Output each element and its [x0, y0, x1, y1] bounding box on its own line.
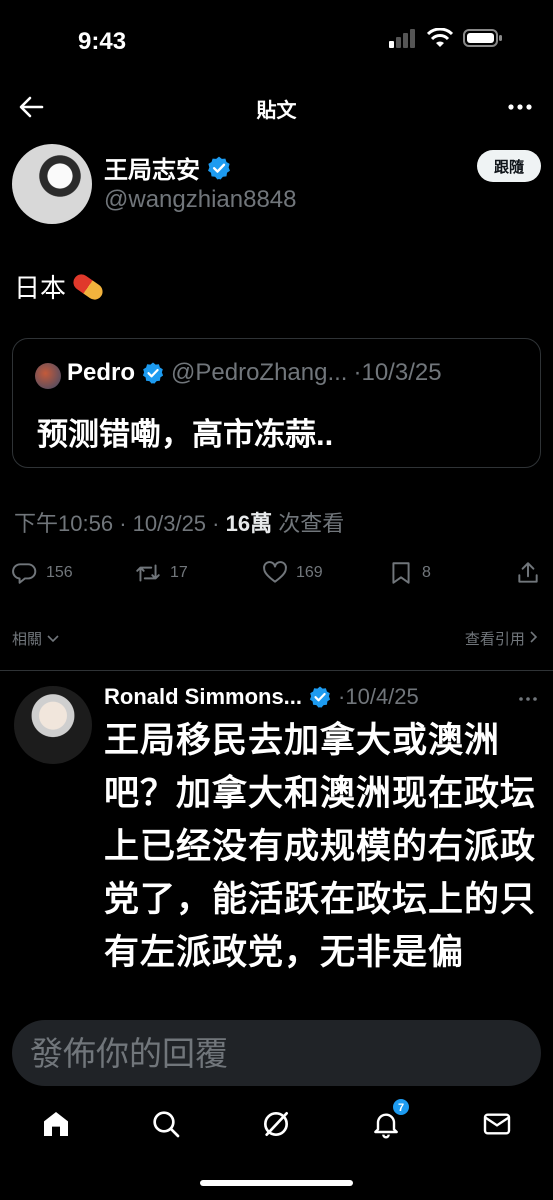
notifications-badge: 7: [392, 1098, 410, 1116]
related-row: 相關 查看引用: [12, 626, 539, 652]
more-icon[interactable]: [517, 688, 539, 710]
chevron-down-icon: [47, 635, 59, 643]
quote-date: ·10/3/25: [353, 359, 442, 386]
author-name-row[interactable]: 王局志安: [104, 150, 232, 185]
quote-author-name: Pedro: [67, 359, 136, 386]
home-icon[interactable]: [40, 1108, 72, 1140]
views-label[interactable]: 次查看: [278, 511, 344, 536]
reply-avatar[interactable]: [14, 686, 92, 764]
battery-icon: [463, 29, 502, 47]
reply-text: 王局移民去加拿大或澳洲吧？加拿大和澳洲现在政坛上已经没有成规模的右派政党了，能活…: [104, 721, 537, 972]
reply-meta: Ronald Simmons... ·10/4/25: [104, 684, 419, 710]
verified-icon: [208, 156, 230, 179]
status-time: 9:43: [78, 28, 127, 55]
mail-icon[interactable]: [481, 1108, 513, 1140]
verified-icon: [142, 362, 164, 384]
top-nav: 貼文: [0, 80, 553, 132]
meta-separator: ·: [212, 511, 220, 536]
author-avatar[interactable]: [12, 144, 92, 224]
reply-post[interactable]: Ronald Simmons... ·10/4/25 王局移民去加拿大或澳洲吧？…: [0, 672, 553, 1008]
author-handle[interactable]: @wangzhian8848: [104, 186, 297, 214]
divider: [0, 670, 553, 671]
quote-author-handle: @PedroZhang...: [171, 359, 348, 386]
related-label: 相關: [12, 631, 43, 648]
post-author: 王局志安 @wangzhian8848 跟隨: [12, 140, 541, 230]
like-button[interactable]: 169: [262, 560, 323, 586]
reply-input[interactable]: [30, 1020, 520, 1086]
home-indicator: [200, 1180, 353, 1186]
share-button[interactable]: [515, 560, 541, 586]
status-bar: 9:43: [0, 0, 553, 80]
bookmark-button[interactable]: 8: [388, 560, 431, 586]
notifications-tab[interactable]: 7: [370, 1098, 410, 1140]
chevron-right-icon: [530, 631, 538, 643]
wifi-icon: [427, 28, 453, 47]
view-quotes-link[interactable]: 查看引用: [465, 628, 539, 649]
reply-date: ·10/4/25: [338, 684, 419, 709]
view-quotes-label: 查看引用: [464, 631, 525, 648]
action-bar: 156 17 169 8: [12, 560, 541, 596]
post-time: 下午10:56: [14, 511, 114, 536]
quote-avatar: [35, 363, 61, 389]
views-count[interactable]: 16萬: [226, 511, 272, 536]
meta-separator: ·: [119, 511, 127, 536]
page-title: 貼文: [256, 100, 297, 122]
follow-button[interactable]: 跟隨: [477, 150, 541, 182]
repost-icon: [136, 564, 160, 582]
search-icon[interactable]: [150, 1108, 182, 1140]
reply-composer[interactable]: [12, 1020, 541, 1086]
bookmark-icon: [392, 562, 410, 584]
reply-icon: [12, 563, 37, 584]
author-name: 王局志安: [104, 157, 200, 184]
repost-button[interactable]: 17: [134, 560, 188, 586]
post-text-content: 日本: [14, 273, 67, 303]
post-date: 10/3/25: [132, 511, 207, 536]
bookmark-count: 8: [422, 564, 431, 581]
reply-count: 156: [46, 564, 73, 581]
more-icon[interactable]: [505, 92, 535, 122]
pill-emoji-icon: [70, 270, 106, 303]
like-count: 169: [296, 564, 323, 581]
post-meta: 下午10:56 · 10/3/25 · 16萬 次查看: [14, 506, 344, 538]
reply-author-name[interactable]: Ronald Simmons...: [104, 684, 302, 710]
share-icon: [518, 562, 538, 583]
verified-icon: [309, 686, 331, 708]
repost-count: 17: [170, 564, 188, 581]
grok-icon[interactable]: [260, 1108, 292, 1140]
like-icon: [263, 561, 287, 583]
quote-meta: Pedro @PedroZhang... ·10/3/25: [67, 359, 442, 387]
quoted-post[interactable]: Pedro @PedroZhang... ·10/3/25 预测错嘞，高市冻蒜.…: [12, 338, 541, 468]
related-dropdown[interactable]: 相關: [12, 628, 60, 649]
cellular-signal-icon: [389, 29, 415, 48]
quote-text: 预测错嘞，高市冻蒜..: [37, 417, 334, 452]
status-icons: [389, 28, 503, 48]
bottom-tab-bar: 7: [0, 1096, 553, 1156]
reply-button[interactable]: 156: [12, 560, 73, 586]
post-text: 日本: [14, 268, 106, 305]
